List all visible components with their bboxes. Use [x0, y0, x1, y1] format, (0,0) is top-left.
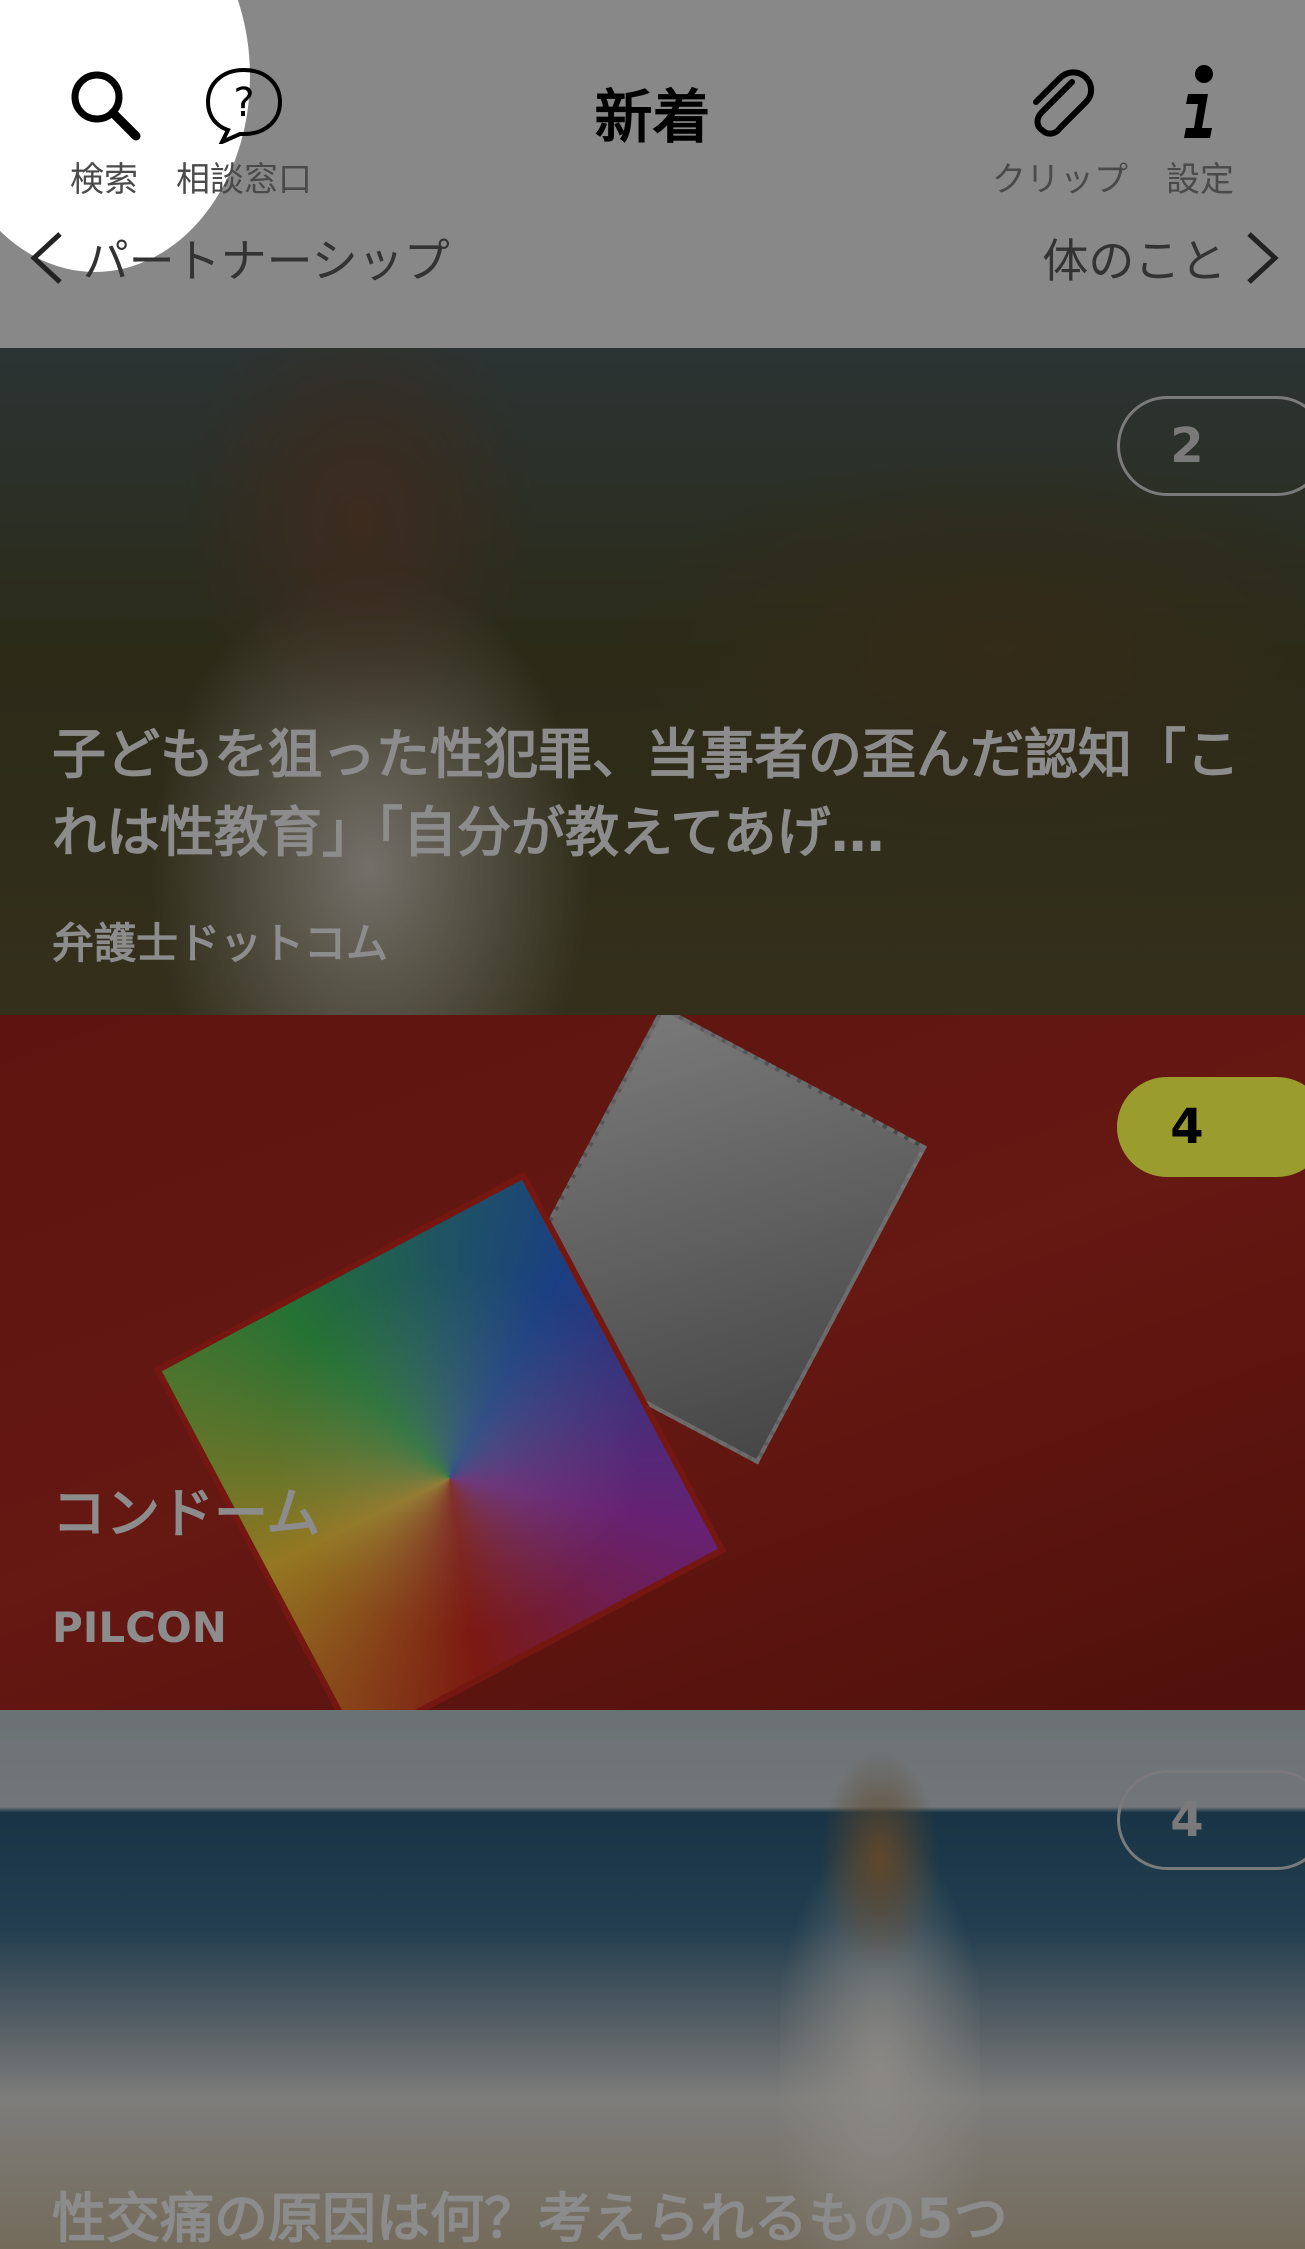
article-headline: 性交痛の原因は何？考えられるもの5つ [52, 2187, 1008, 2249]
settings-label: 設定 [1166, 160, 1234, 200]
next-category-label: 体のこと [1042, 234, 1227, 288]
prev-category-label: パートナーシップ [82, 234, 450, 288]
comment-count-badge: 4 [1117, 1770, 1305, 1870]
article-headline: コンドーム [52, 1482, 321, 1545]
settings-button[interactable]: 設定 [1160, 64, 1240, 201]
article-headline: 子どもを狙った性犯罪、当事者の歪んだ認知「これは性教育」「自分が教えてあげ… [52, 723, 1240, 864]
consult-label: 相談窓口 [176, 160, 312, 200]
article-source: 弁護士ドットコム [52, 919, 389, 968]
prev-category-button[interactable]: パートナーシップ [24, 225, 450, 291]
app-header: 検索 ? 相談窓口 新着 クリップ 設定 パートナーシップ 体のこと [0, 0, 1305, 348]
image-overlay [0, 1710, 1305, 2249]
chevron-right-icon [1247, 232, 1279, 284]
clip-button[interactable]: クリップ [990, 64, 1130, 201]
search-label: 検索 [70, 160, 138, 200]
next-category-button[interactable]: 体のこと [1042, 225, 1285, 291]
article-source: PILCON [52, 1603, 227, 1652]
comment-count-badge: 4 [1117, 1077, 1305, 1177]
clip-label: クリップ [992, 160, 1128, 200]
article-card[interactable]: 4 コンドーム PILCON [0, 1015, 1305, 1710]
chevron-left-icon [30, 232, 62, 284]
comment-count-badge: 2 [1117, 396, 1305, 496]
article-card[interactable]: 2 子どもを狙った性犯罪、当事者の歪んだ認知「これは性教育」「自分が教えてあげ…… [0, 348, 1305, 1015]
article-card[interactable]: 4 性交痛の原因は何？考えられるもの5つ [0, 1710, 1305, 2249]
paperclip-icon [1033, 69, 1094, 137]
info-icon [1184, 65, 1213, 138]
